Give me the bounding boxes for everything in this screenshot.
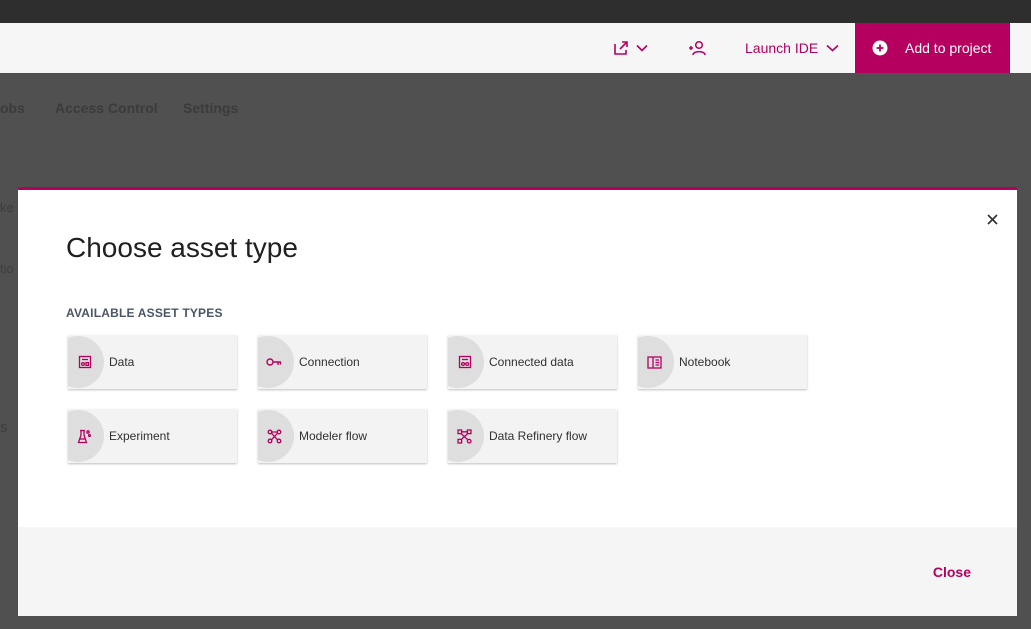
asset-tile-label: Connection <box>299 355 360 369</box>
launch-ide-label: Launch IDE <box>745 40 819 56</box>
asset-tile-label: Connected data <box>489 355 574 369</box>
top-bar <box>0 0 1031 23</box>
export-menu-button[interactable] <box>606 23 654 73</box>
project-header: Launch IDE Add to project <box>0 23 1031 73</box>
choose-asset-type-dialog: Choose asset type AVAILABLE ASSET TYPES … <box>18 187 1017 616</box>
background-text-fragment: ke <box>0 200 14 215</box>
tab-settings[interactable]: Settings <box>183 100 238 116</box>
asset-tile-label: Notebook <box>679 355 731 369</box>
asset-tile-label: Data Refinery flow <box>489 429 588 443</box>
asset-tile-connected-data[interactable]: Connected data <box>448 335 617 389</box>
asset-tile-label: Experiment <box>109 429 170 443</box>
add-to-project-button[interactable]: Add to project <box>855 23 1010 73</box>
modeler-flow-icon <box>267 429 282 443</box>
chevron-down-icon <box>635 44 648 52</box>
asset-tile-data[interactable]: Data <box>68 335 237 389</box>
add-collaborator-icon <box>689 40 706 56</box>
asset-tile-label: Modeler flow <box>299 429 368 443</box>
data-refinery-flow-icon <box>457 428 472 444</box>
export-icon <box>613 41 628 55</box>
asset-tile-data-refinery-flow[interactable]: Data Refinery flow <box>448 409 617 463</box>
background-text-fragment: tio <box>0 261 14 276</box>
close-icon <box>986 213 998 225</box>
tab-jobs[interactable]: obs <box>0 100 25 116</box>
data-icon <box>78 355 92 369</box>
notebook-icon <box>647 355 662 369</box>
asset-tile-notebook[interactable]: Notebook <box>638 335 807 389</box>
tab-access-control[interactable]: Access Control <box>55 100 158 116</box>
asset-tile-experiment[interactable]: Experiment <box>68 409 237 463</box>
add-collaborator-button[interactable] <box>682 23 712 73</box>
close-dialog-button[interactable] <box>983 210 1001 228</box>
asset-tile-label: Data <box>109 355 135 369</box>
background-text-fragment: s <box>0 419 8 436</box>
close-button[interactable]: Close <box>933 564 971 580</box>
chevron-down-icon <box>826 44 839 52</box>
dialog-footer: Close <box>18 527 1017 616</box>
asset-tile-modeler-flow[interactable]: Modeler flow <box>258 409 427 463</box>
dialog-title: Choose asset type <box>66 232 298 263</box>
experiment-icon <box>77 429 92 443</box>
add-to-project-label: Add to project <box>905 40 992 56</box>
add-circle-icon <box>872 40 888 56</box>
launch-ide-button[interactable]: Launch IDE <box>745 23 839 73</box>
connection-icon <box>266 358 282 366</box>
connected-data-icon <box>458 355 472 369</box>
available-asset-types-heading: AVAILABLE ASSET TYPES <box>66 306 223 320</box>
asset-tile-connection[interactable]: Connection <box>258 335 427 389</box>
